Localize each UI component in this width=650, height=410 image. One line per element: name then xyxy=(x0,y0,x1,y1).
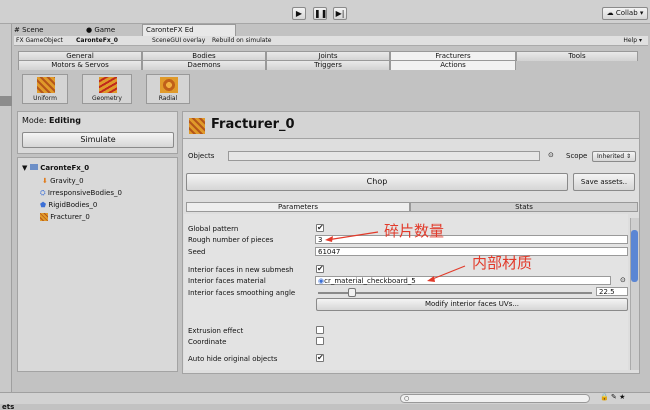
tag-icon: ✎ xyxy=(610,393,617,401)
annotation-arrowhead-material xyxy=(427,276,435,282)
annotation-arrows xyxy=(325,231,466,282)
annotation-pieces: 碎片数量 xyxy=(384,222,445,240)
annotation-arrowhead-pieces xyxy=(325,236,333,242)
bottom-search-field[interactable]: ○ xyxy=(400,394,590,403)
annotation-arrow-material xyxy=(429,265,466,281)
bottom-label: ets xyxy=(2,403,15,410)
search-icon: ○ xyxy=(404,395,410,402)
bottom-icons[interactable]: 🔒 ✎ ★ xyxy=(600,393,625,401)
star-icon: ★ xyxy=(619,393,626,401)
lock-icon: 🔒 xyxy=(600,393,609,401)
annotation-arrow-pieces xyxy=(326,231,379,241)
annotation-material: 内部材质 xyxy=(472,254,533,272)
